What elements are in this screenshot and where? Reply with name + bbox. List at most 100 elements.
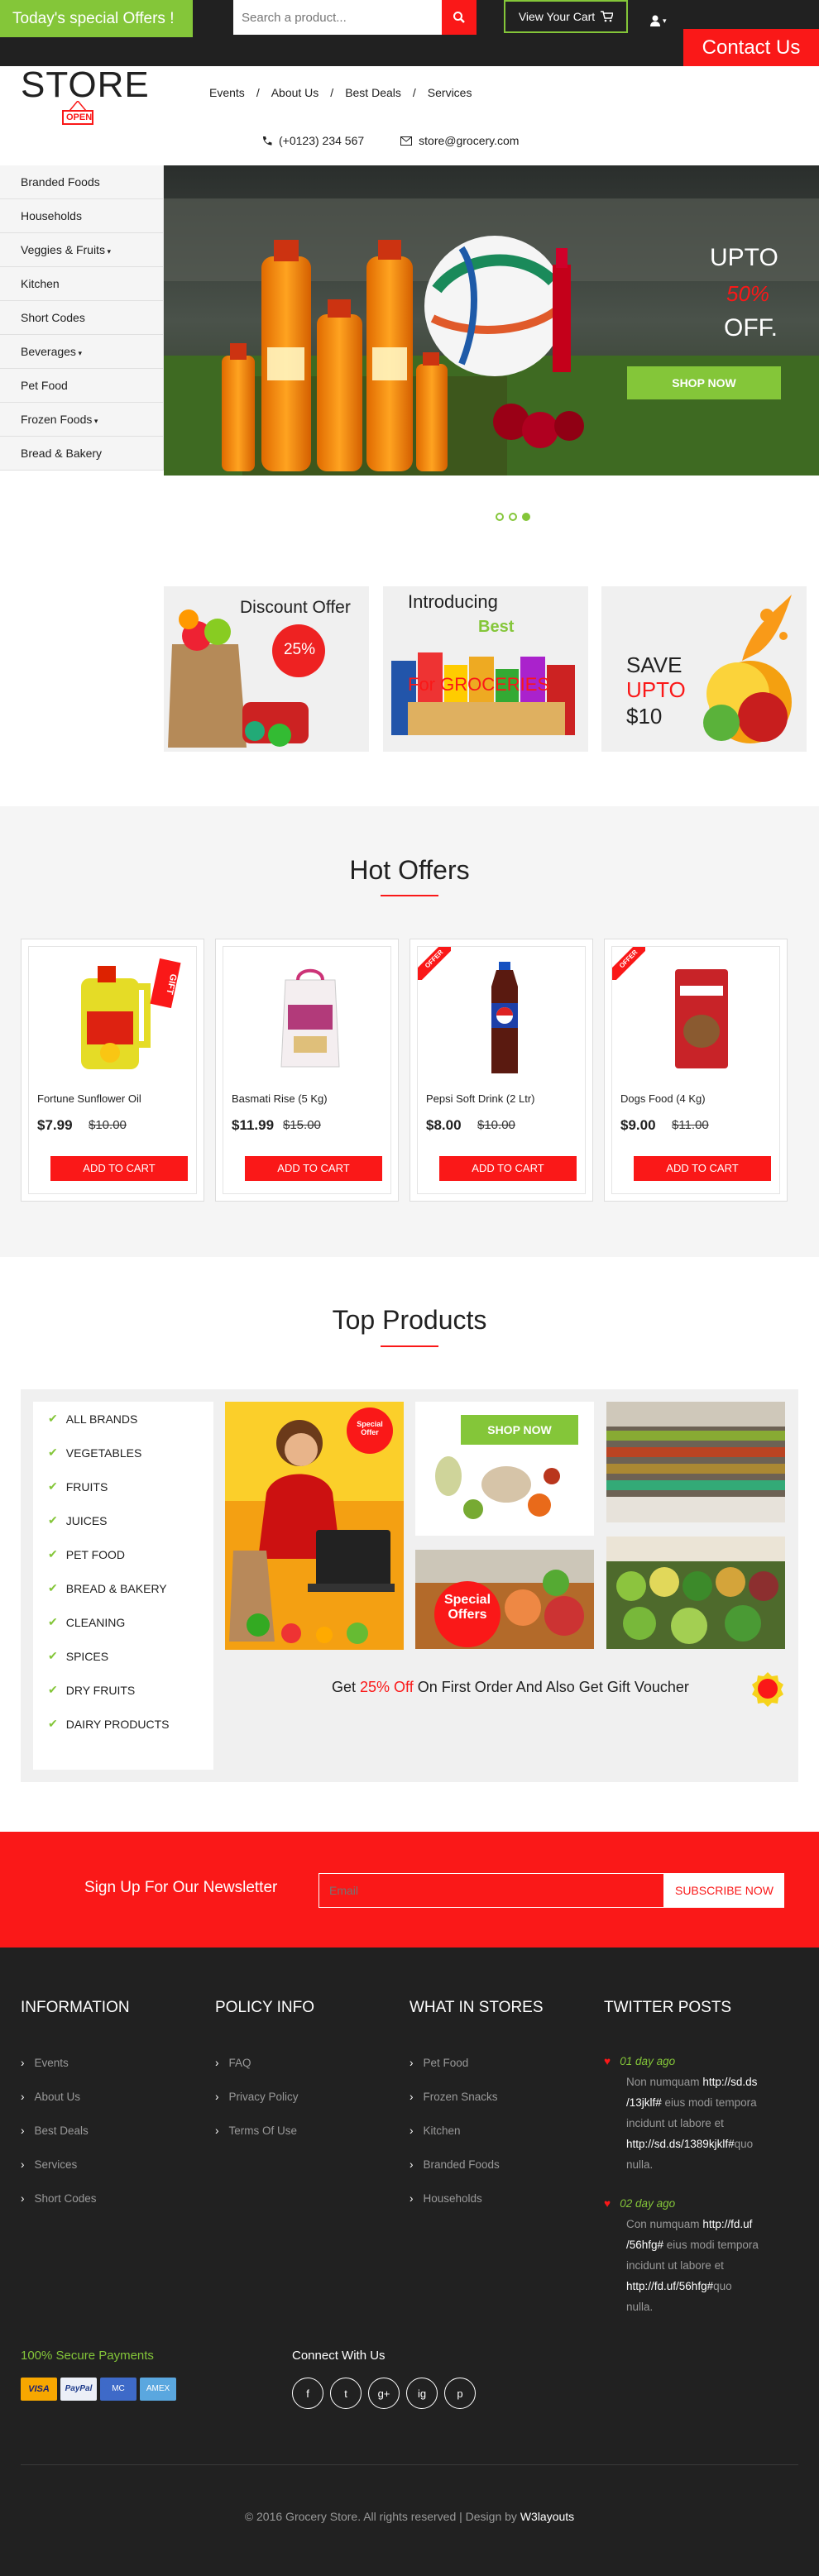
instagram-icon[interactable]: ig [406, 2378, 438, 2409]
sidebar-item-households[interactable]: Households [0, 199, 164, 233]
facebook-icon[interactable]: f [292, 2378, 323, 2409]
check-icon: ✔ [48, 1581, 58, 1594]
tweet-link[interactable]: http://fd.uf/56hfg# [626, 2280, 713, 2292]
chevron-right-icon: › [215, 2124, 219, 2137]
product-card: GIFT Fortune Sunflower Oil $7.99 $10.00 … [21, 939, 204, 1202]
sidebar-item-veggies-fruits[interactable]: Veggies & Fruits ▾ [0, 233, 164, 267]
tweet-link[interactable]: http://sd.ds [702, 2076, 757, 2088]
brand-item[interactable]: ✔ PET FOOD [33, 1537, 213, 1571]
connect-label: Connect With Us [292, 2349, 386, 2363]
check-icon: ✔ [48, 1649, 58, 1662]
promo-discount[interactable]: Discount Offer 25% [164, 586, 369, 752]
carousel-dot[interactable] [509, 513, 517, 521]
chevron-right-icon: › [215, 2057, 219, 2069]
email-link[interactable]: store@grocery.com [419, 134, 519, 147]
tweet-link[interactable]: http://fd.uf [702, 2218, 752, 2230]
contact-us-button[interactable]: Contact Us [683, 29, 819, 66]
produce-tile[interactable] [606, 1537, 785, 1649]
product-name[interactable]: Fortune Sunflower Oil [37, 1092, 141, 1105]
shop-now-tile[interactable]: SHOP NOW [415, 1402, 594, 1536]
phone-number[interactable]: (+0123) 234 567 [279, 134, 364, 147]
nav-best-deals[interactable]: Best Deals [345, 86, 401, 103]
product-old-price: $10.00 [89, 1118, 127, 1132]
product-name[interactable]: Dogs Food (4 Kg) [620, 1092, 706, 1105]
footer-link-kitchen[interactable]: › Kitchen [410, 2124, 461, 2137]
newsletter-email-input[interactable] [318, 1873, 664, 1908]
tweet-link[interactable]: http://sd.ds/1389kjklf# [626, 2138, 735, 2150]
sidebar-item-beverages[interactable]: Beverages ▾ [0, 335, 164, 369]
carousel-dot-active[interactable] [522, 513, 530, 521]
brand-item[interactable]: ✔ DAIRY PRODUCTS [33, 1707, 213, 1741]
footer-link-about-us[interactable]: › About Us [21, 2091, 80, 2103]
sidebar-item-kitchen[interactable]: Kitchen [0, 267, 164, 301]
brand-label: CLEANING [65, 1615, 126, 1629]
special-offers-label: Special Offers [443, 1593, 491, 1622]
footer-twitter-title: TWITTER POSTS [604, 1999, 732, 2016]
brand-item[interactable]: ✔ CLEANING [33, 1605, 213, 1639]
add-to-cart-button[interactable]: ADD TO CART [50, 1156, 188, 1181]
search-button[interactable] [442, 0, 477, 35]
special-offer-tile[interactable]: Special Offer [225, 1402, 404, 1650]
carousel-dot[interactable] [496, 513, 504, 521]
google-plus-icon[interactable]: g+ [368, 2378, 400, 2409]
caret-down-icon: ▾ [104, 247, 111, 256]
brand-item[interactable]: ✔ JUICES [33, 1503, 213, 1537]
check-icon: ✔ [48, 1717, 58, 1730]
footer-link-best-deals[interactable]: › Best Deals [21, 2124, 89, 2137]
twitter-icon: ♥ [604, 2197, 611, 2210]
brand-item[interactable]: ✔ ALL BRANDS [33, 1402, 213, 1436]
product-name[interactable]: Pepsi Soft Drink (2 Ltr) [426, 1092, 535, 1105]
add-to-cart-button[interactable]: ADD TO CART [634, 1156, 771, 1181]
add-to-cart-button[interactable]: ADD TO CART [439, 1156, 577, 1181]
footer-link-faq[interactable]: › FAQ [215, 2057, 251, 2069]
designer-link[interactable]: W3layouts [520, 2510, 574, 2523]
sidebar-item-short-codes[interactable]: Short Codes [0, 301, 164, 335]
subscribe-button[interactable]: SUBSCRIBE NOW [664, 1873, 784, 1908]
nav-events[interactable]: Events [209, 86, 245, 103]
footer-link-terms[interactable]: › Terms Of Use [215, 2124, 297, 2137]
footer-link-branded-foods[interactable]: › Branded Foods [410, 2158, 500, 2171]
add-to-cart-button[interactable]: ADD TO CART [245, 1156, 382, 1181]
sidebar-item-branded-foods[interactable]: Branded Foods [0, 165, 164, 199]
hero-shop-now-button[interactable]: SHOP NOW [627, 366, 781, 399]
nav-about-us[interactable]: About Us [271, 86, 319, 103]
footer-link-privacy[interactable]: › Privacy Policy [215, 2091, 299, 2103]
pinterest-icon[interactable]: p [444, 2378, 476, 2409]
special-offers-tile[interactable]: Special Offers [415, 1550, 594, 1649]
footer-link-events[interactable]: › Events [21, 2057, 69, 2069]
nav-services[interactable]: Services [428, 86, 472, 103]
brand-item[interactable]: ✔ DRY FRUITS [33, 1673, 213, 1707]
footer-link-short-codes[interactable]: › Short Codes [21, 2192, 97, 2205]
footer-link-frozen-snacks[interactable]: › Frozen Snacks [410, 2091, 498, 2103]
sidebar-item-frozen-foods[interactable]: Frozen Foods ▾ [0, 403, 164, 437]
product-image [491, 962, 518, 1073]
footer-link-pet-food[interactable]: › Pet Food [410, 2057, 468, 2069]
brand-item[interactable]: ✔ SPICES [33, 1639, 213, 1673]
footer-link-services[interactable]: › Services [21, 2158, 77, 2171]
view-cart-button[interactable]: View Your Cart [504, 0, 628, 33]
footer-link-households[interactable]: › Households [410, 2192, 482, 2205]
shop-now-button[interactable]: SHOP NOW [461, 1415, 578, 1445]
offer-ribbon: OFFER [418, 947, 451, 980]
product-price: $8.00 [426, 1117, 462, 1133]
special-offers-link[interactable]: Today's special Offers ! [0, 0, 193, 37]
promo-introducing[interactable]: Introducing Best For GROCERIES [383, 586, 588, 752]
sidebar-item-bread-bakery[interactable]: Bread & Bakery [0, 437, 164, 471]
brand-item[interactable]: ✔ BREAD & BAKERY [33, 1571, 213, 1605]
search-input[interactable] [233, 0, 442, 35]
sidebar-item-pet-food[interactable]: Pet Food [0, 369, 164, 403]
footer-link-label: Frozen Snacks [423, 2091, 498, 2103]
tweet-link[interactable]: /13jklf# [626, 2096, 662, 2109]
promo-save[interactable]: SAVE UPTO $10 [601, 586, 807, 752]
product-old-price: $10.00 [477, 1118, 515, 1132]
store-aisle-tile[interactable] [606, 1402, 785, 1522]
logo[interactable]: STORE [21, 65, 150, 106]
twitter-social-icon[interactable]: t [330, 2378, 362, 2409]
user-menu[interactable]: ▾ [650, 12, 675, 29]
tweet-link[interactable]: /56hfg# [626, 2239, 663, 2251]
product-name[interactable]: Basmati Rise (5 Kg) [232, 1092, 328, 1105]
chevron-right-icon: › [410, 2091, 414, 2103]
brand-item[interactable]: ✔ FRUITS [33, 1470, 213, 1503]
open-sign-text: OPEN [66, 112, 93, 122]
brand-item[interactable]: ✔ VEGETABLES [33, 1436, 213, 1470]
